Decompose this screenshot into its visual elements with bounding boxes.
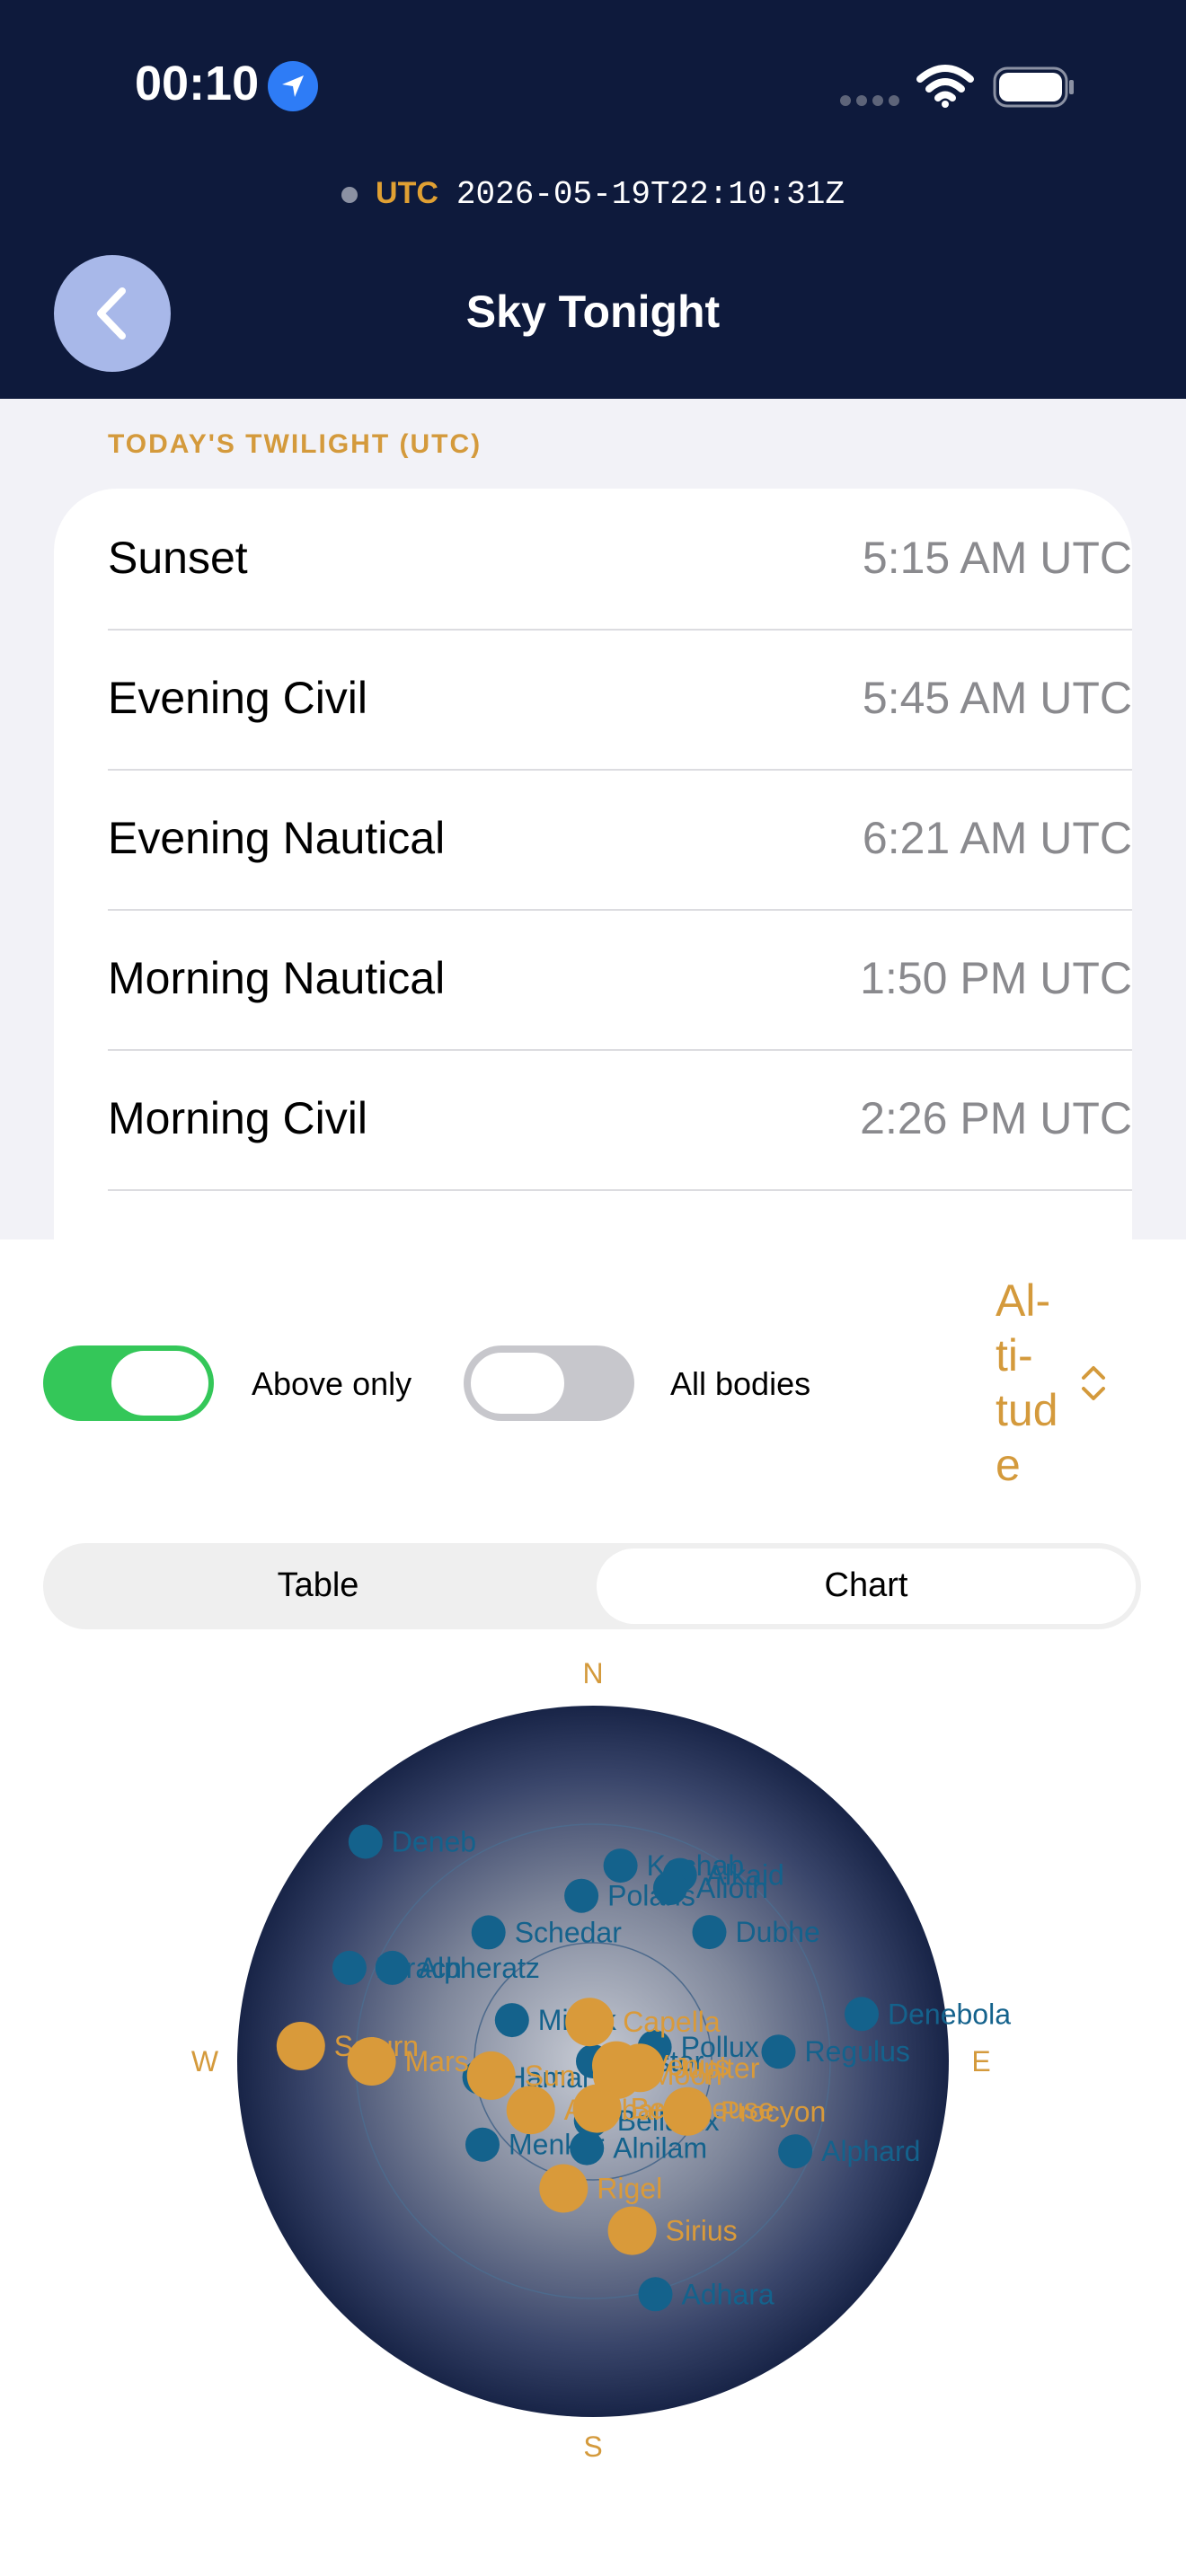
segment-table[interactable]: Table <box>43 1566 593 1605</box>
star-label: Denebola <box>888 1998 1011 2030</box>
twilight-value: 5:45 AM UTC <box>862 673 1132 723</box>
header: 00:10 UTC 2026-05-19T22:10:31Z Sky Tonigh… <box>0 0 1186 399</box>
twilight-card: Sunset 5:15 AM UTC Evening Civil 5:45 AM… <box>54 489 1132 1239</box>
star-point[interactable] <box>332 1950 367 1985</box>
page-title: Sky Tonight <box>465 287 721 337</box>
all-bodies-label: All bodies <box>670 1365 811 1402</box>
planet-point[interactable] <box>506 2086 555 2135</box>
twilight-row: Morning Civil 2:26 PM UTC <box>108 1049 1132 1191</box>
twilight-row: Evening Nautical 6:21 AM UTC <box>108 769 1132 911</box>
segment-chart[interactable]: Chart <box>597 1566 1136 1605</box>
planet-point[interactable] <box>466 2051 516 2100</box>
planet-point[interactable] <box>607 2206 657 2255</box>
sort-picker[interactable]: Al- ti- tud e <box>996 1274 1076 1493</box>
planet-label: Mars <box>405 2045 469 2078</box>
twilight-value: 2:26 PM UTC <box>860 1093 1132 1143</box>
star-label: Alioth <box>696 1872 768 1904</box>
planet-point[interactable] <box>615 2043 665 2093</box>
star-point[interactable] <box>603 1848 638 1883</box>
twilight-row: Sunset 5:15 AM UTC <box>108 489 1132 631</box>
star-point[interactable] <box>348 1824 383 1859</box>
star-label: Regulus <box>805 2035 910 2068</box>
sky-chart: N S E W Deneb Kochab Alkaid Alioth Polaris Du… <box>0 1644 1186 2542</box>
star-label: Adhara <box>682 2278 774 2310</box>
above-only-toggle[interactable] <box>43 1345 214 1421</box>
star-point[interactable] <box>638 2277 673 2312</box>
star-label: Schedar <box>515 1916 623 1948</box>
cardinal-north: N <box>582 1657 603 1689</box>
planet-label: Procyon <box>721 2095 826 2128</box>
star-label: Dubhe <box>736 1916 820 1948</box>
star-point[interactable] <box>761 2034 796 2069</box>
star-point[interactable] <box>564 1878 599 1913</box>
utc-label: UTC <box>376 176 438 210</box>
planet-label: Rigel <box>597 2173 662 2205</box>
cell-signal-icon <box>840 94 905 110</box>
twilight-label: Evening Civil <box>108 673 368 723</box>
cardinal-west: W <box>191 2045 219 2078</box>
cardinal-south: S <box>583 2430 602 2463</box>
utc-timestamp: UTC 2026-05-19T22:10:31Z <box>0 176 1186 213</box>
wifi-icon <box>916 65 974 112</box>
star-label: Alnilam <box>613 2132 707 2165</box>
chevron-up-down-icon[interactable] <box>1078 1362 1109 1409</box>
star-point[interactable] <box>778 2134 813 2169</box>
star-label: Alpheratz <box>419 1952 540 1984</box>
planet-point[interactable] <box>572 2084 622 2133</box>
star-point[interactable] <box>471 1915 506 1950</box>
section-header: TODAY'S TWILIGHT (UTC) <box>108 429 482 459</box>
sort-picker-label: Al- ti- tud e <box>996 1275 1058 1490</box>
twilight-row: Evening Civil 5:45 AM UTC <box>108 629 1132 771</box>
planet-label: Jupiter <box>673 2051 759 2084</box>
twilight-value: 6:21 AM UTC <box>862 813 1132 863</box>
star-point[interactable] <box>375 1950 410 1985</box>
planet-point[interactable] <box>276 2022 325 2070</box>
twilight-label: Morning Nautical <box>108 953 446 1003</box>
star-label: Polaris <box>607 1880 695 1912</box>
all-bodies-toggle[interactable] <box>464 1345 634 1421</box>
twilight-label: Sunset <box>108 533 248 583</box>
twilight-value: 1:50 PM UTC <box>860 953 1132 1003</box>
star-point[interactable] <box>570 2130 605 2166</box>
star-point[interactable] <box>465 2127 500 2162</box>
star-point[interactable] <box>692 1915 727 1950</box>
view-segmented-control: Table Chart <box>43 1543 1141 1629</box>
star-point[interactable] <box>845 1997 879 2032</box>
utc-status-dot <box>341 187 358 204</box>
planet-point[interactable] <box>347 2037 396 2086</box>
twilight-label: Evening Nautical <box>108 813 446 863</box>
status-time: 00:10 <box>135 57 260 110</box>
planet-point[interactable] <box>662 2086 712 2136</box>
cardinal-east: E <box>971 2045 990 2078</box>
planet-point[interactable] <box>565 1998 615 2047</box>
location-arrow-icon <box>268 61 318 111</box>
utc-value: 2026-05-19T22:10:31Z <box>456 176 845 213</box>
twilight-label: Morning Civil <box>108 1093 367 1143</box>
planet-label: Sirius <box>666 2215 738 2247</box>
battery-icon <box>993 66 1075 112</box>
planet-point[interactable] <box>539 2164 589 2213</box>
toggle-knob <box>469 1351 566 1416</box>
planet-label: Capella <box>623 2006 721 2038</box>
star-point[interactable] <box>494 2003 529 2038</box>
twilight-row: Morning Nautical 1:50 PM UTC <box>108 909 1132 1051</box>
toggle-knob <box>111 1351 208 1416</box>
sky-chart-svg: N S E W DenebKochabAlkaidAliothPolarisDu… <box>191 1657 1011 2463</box>
star-label: Alphard <box>821 2135 920 2167</box>
star-label: Deneb <box>392 1826 476 1858</box>
above-only-label: Above only <box>252 1365 412 1402</box>
twilight-value: 5:15 AM UTC <box>862 533 1132 583</box>
